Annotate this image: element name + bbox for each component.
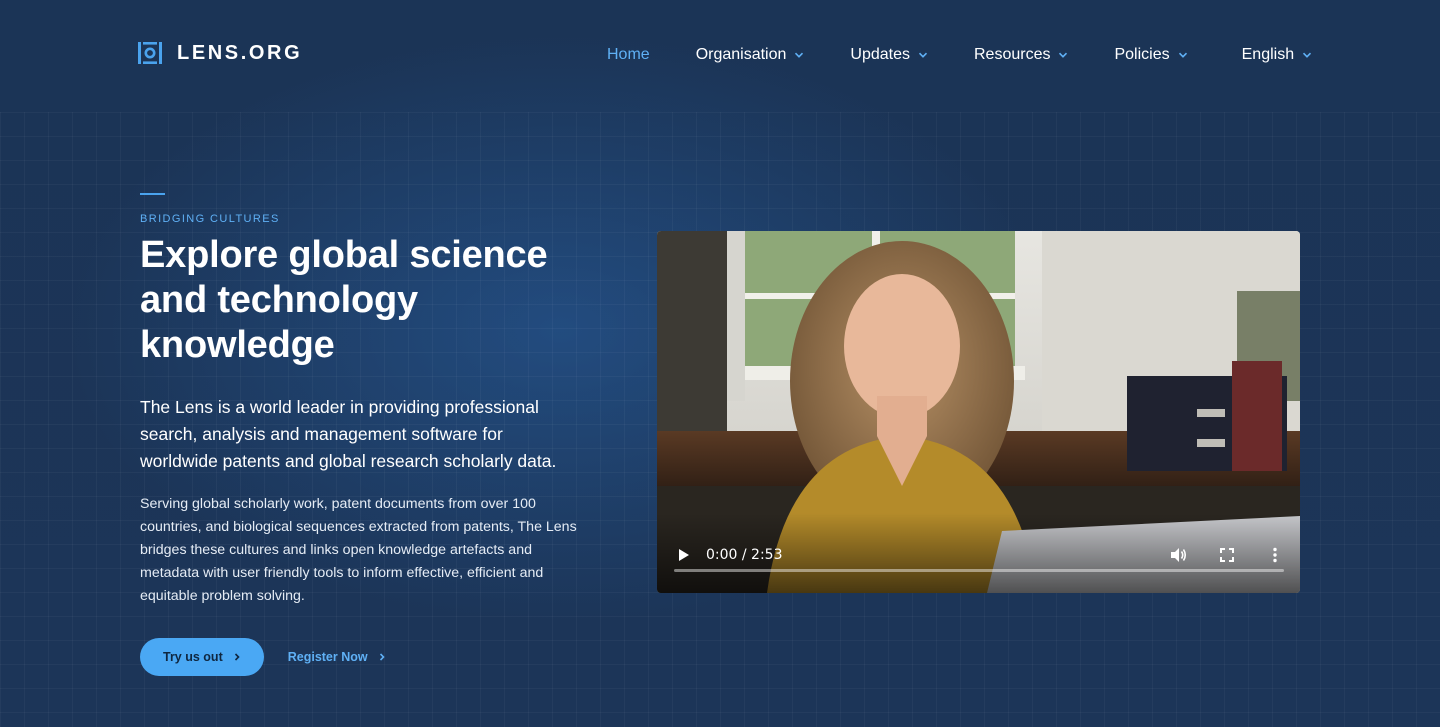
register-now-link[interactable]: Register Now bbox=[288, 650, 386, 664]
chevron-down-icon bbox=[1178, 50, 1188, 60]
hero-lead: The Lens is a world leader in providing … bbox=[140, 394, 580, 475]
try-us-out-button[interactable]: Try us out bbox=[140, 638, 264, 676]
more-options-button[interactable] bbox=[1265, 545, 1285, 565]
video-controls: 0:00 / 2:53 bbox=[657, 513, 1300, 593]
chevron-down-icon bbox=[794, 50, 804, 60]
main-nav: Home Organisation Updates Resources Poli… bbox=[607, 44, 1312, 66]
chevron-right-icon bbox=[378, 653, 386, 661]
chevron-right-icon bbox=[233, 653, 241, 661]
brand-logo[interactable]: LENS.ORG bbox=[137, 40, 302, 66]
accent-bar bbox=[140, 193, 165, 195]
hero-eyebrow: BRIDGING CULTURES bbox=[140, 213, 580, 225]
nav-item-organisation[interactable]: Organisation bbox=[696, 44, 805, 66]
chevron-down-icon bbox=[918, 50, 928, 60]
hero-body: Serving global scholarly work, patent do… bbox=[140, 493, 580, 608]
nav-item-resources[interactable]: Resources bbox=[974, 44, 1068, 66]
nav-item-home[interactable]: Home bbox=[607, 44, 650, 66]
video-player[interactable]: 0:00 / 2:53 bbox=[657, 231, 1300, 593]
hero-title: Explore global science and technology kn… bbox=[140, 233, 580, 368]
nav-item-label: Policies bbox=[1114, 46, 1169, 64]
play-button[interactable] bbox=[674, 545, 694, 565]
chevron-down-icon bbox=[1302, 50, 1312, 60]
nav-item-label: English bbox=[1242, 46, 1294, 64]
nav-item-policies[interactable]: Policies bbox=[1114, 44, 1187, 66]
nav-item-label: Updates bbox=[850, 46, 910, 64]
volume-button[interactable] bbox=[1168, 545, 1188, 565]
volume-icon bbox=[1168, 545, 1188, 565]
hero-section: BRIDGING CULTURES Explore global science… bbox=[140, 193, 580, 676]
brand-name: LENS.ORG bbox=[177, 42, 302, 65]
nav-item-label: Home bbox=[607, 46, 650, 64]
video-progress-bar[interactable] bbox=[674, 569, 1284, 572]
nav-item-label: Resources bbox=[974, 46, 1050, 64]
fullscreen-icon bbox=[1217, 545, 1237, 565]
chevron-down-icon bbox=[1058, 50, 1068, 60]
lens-logo-icon bbox=[137, 40, 163, 66]
video-time: 0:00 / 2:53 bbox=[706, 547, 783, 563]
fullscreen-button[interactable] bbox=[1217, 545, 1237, 565]
more-vert-icon bbox=[1265, 545, 1285, 565]
nav-item-language[interactable]: English bbox=[1242, 44, 1312, 66]
site-header: LENS.ORG Home Organisation Updates Resou… bbox=[0, 0, 1440, 112]
cta-row: Try us out Register Now bbox=[140, 638, 580, 676]
play-icon bbox=[674, 545, 694, 565]
nav-item-updates[interactable]: Updates bbox=[850, 44, 928, 66]
button-label: Try us out bbox=[163, 650, 223, 664]
link-label: Register Now bbox=[288, 650, 368, 664]
nav-item-label: Organisation bbox=[696, 46, 787, 64]
